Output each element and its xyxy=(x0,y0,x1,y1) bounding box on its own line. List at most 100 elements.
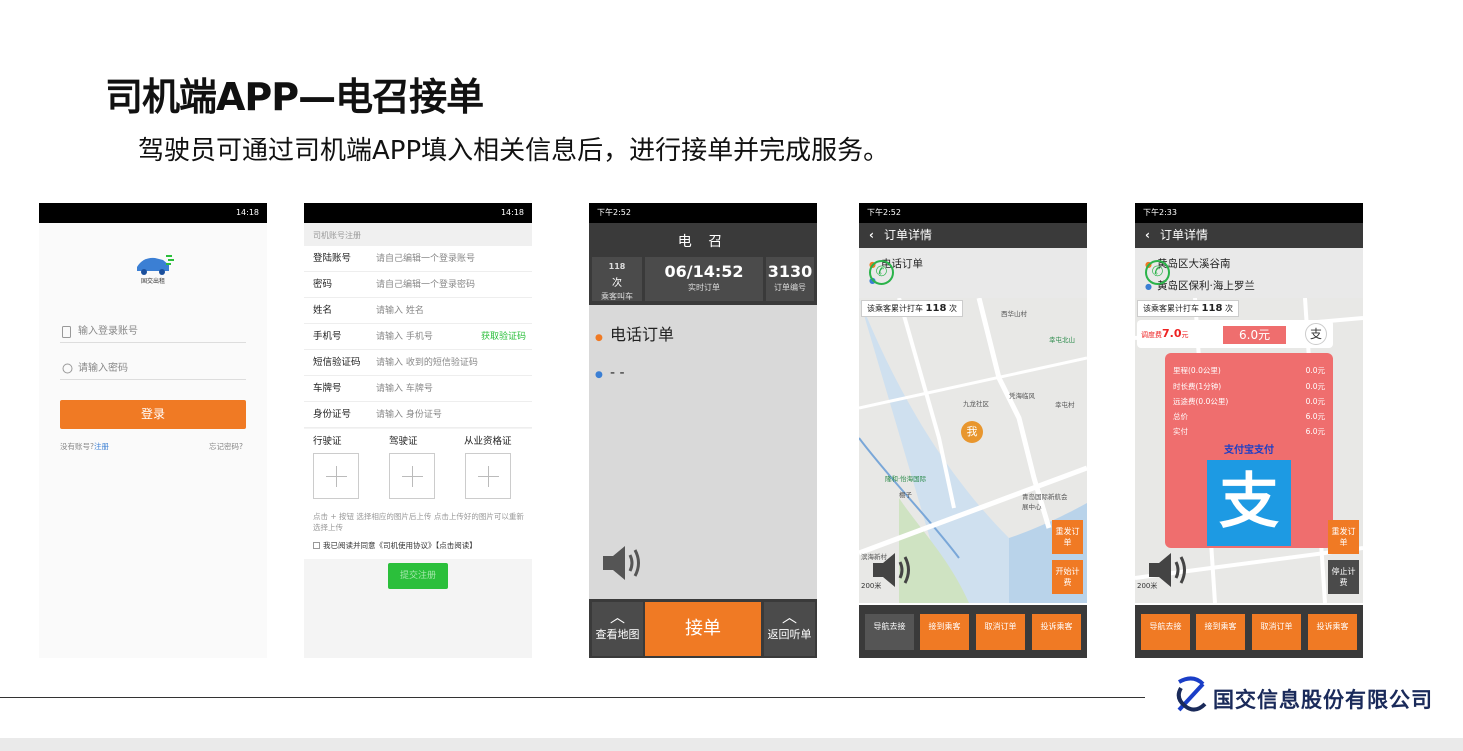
upload-driving-license-button[interactable] xyxy=(313,453,359,499)
field-account[interactable]: 登陆账号 请自己编辑一个登录账号 xyxy=(304,246,532,272)
map-label: 幸屯北山 xyxy=(1049,336,1075,344)
register-link[interactable]: 注册 xyxy=(94,442,109,451)
password-input[interactable]: 请输入密码 xyxy=(60,358,246,380)
complain-passenger-button[interactable]: 投诉乘客 xyxy=(1308,614,1357,650)
status-bar: 下午2:33 xyxy=(1135,203,1363,223)
accept-order-button[interactable]: 接单 xyxy=(645,602,761,656)
call-phone-icon[interactable]: ✆ xyxy=(1145,260,1170,285)
complain-passenger-button[interactable]: 投诉乘客 xyxy=(1032,614,1081,650)
cancel-order-button[interactable]: 取消订单 xyxy=(1252,614,1301,650)
taxi-logo-icon xyxy=(137,255,174,275)
slide-title: 司机端APP—电召接单 xyxy=(105,75,484,119)
upload-label: 从业资格证 xyxy=(464,436,512,447)
my-location-marker: 我 xyxy=(961,421,983,443)
speaker-icon[interactable] xyxy=(601,542,647,584)
address-panel: ● 黄岛区大溪谷南 ● 黄岛区保利·海上罗兰 ✆ xyxy=(1135,248,1363,298)
brand-name: 国交出租 xyxy=(140,278,165,285)
order-payment-screen: 下午2:33 ‹ 订单详情 ● 黄岛区大溪谷南 ● 黄岛区保利·海上罗兰 ✆ 该乘客累… xyxy=(1135,203,1363,658)
address-panel: ● 电话订单 ● ✆ xyxy=(859,248,1087,298)
origin-line: ● 电话订单 xyxy=(595,325,675,344)
upload-label: 行驶证 xyxy=(313,436,342,447)
company-name: 国交信息股份有限公司 xyxy=(1213,688,1433,712)
picked-up-button[interactable]: 接到乘客 xyxy=(1196,614,1245,650)
stop-billing-button[interactable]: 停止计费 xyxy=(1328,560,1359,594)
dispatch-bottom-bar: ︿ 查看地图 接单 ︿ 返回听单 xyxy=(589,599,817,658)
get-code-button[interactable]: 获取验证码 xyxy=(481,324,526,350)
destination-pin-icon: ● xyxy=(595,370,603,380)
stat-order-number: 3130 订单编号 xyxy=(766,257,814,301)
order-detail-header: ‹ 订单详情 xyxy=(859,223,1087,248)
upload-driver-license-button[interactable] xyxy=(389,453,435,499)
status-bar: 14:18 xyxy=(304,203,532,223)
upload-qualification-button[interactable] xyxy=(465,453,511,499)
destination-line: ● - - xyxy=(595,365,625,381)
lock-icon xyxy=(62,363,73,374)
view-map-button[interactable]: ︿ 查看地图 xyxy=(592,602,643,656)
alipay-qr-button[interactable]: 支 xyxy=(1207,460,1291,546)
ride-count-badge: 该乘客累计打车 118 次 xyxy=(861,300,963,317)
login-screen: 14:18 国交出租 输入登录账号 请输入密码 登录 没有账号?注册 忘记密码? xyxy=(39,203,267,658)
map-label: 幸屯村 xyxy=(1055,401,1075,409)
map-label: 隆和·怡海国际 xyxy=(885,475,927,483)
back-icon[interactable]: ‹ xyxy=(869,228,874,242)
map-scale: 200米 xyxy=(1137,582,1158,590)
status-bar: 下午2:52 xyxy=(589,203,817,223)
submit-register-button[interactable]: 提交注册 xyxy=(388,563,448,589)
stat-ride-count: 118 次乘客叫车 xyxy=(592,257,642,301)
origin-pin-icon: ● xyxy=(595,333,603,343)
status-bar: 下午2:52 xyxy=(859,203,1087,223)
username-input[interactable]: 输入登录账号 xyxy=(60,321,246,343)
register-header: 司机账号注册 xyxy=(304,223,532,246)
map-label: 青岛国际新航会展中心 xyxy=(1022,493,1068,511)
cancel-order-button[interactable]: 取消订单 xyxy=(976,614,1025,650)
fee-row: 总价 6.0元 xyxy=(1173,412,1325,421)
navigate-pickup-button[interactable]: 导航去接 xyxy=(1141,614,1190,650)
dispatch-header: 电 召 118 次乘客叫车 06/14:52 实时订单 3130 订单编号 xyxy=(589,223,817,305)
field-phone[interactable]: 手机号 请输入 手机号 获取验证码 xyxy=(304,324,532,350)
company-logo: 国交信息股份有限公司 xyxy=(1173,676,1443,716)
field-name[interactable]: 姓名 请输入 姓名 xyxy=(304,298,532,324)
picked-up-button[interactable]: 接到乘客 xyxy=(920,614,969,650)
pay-icon[interactable]: 支 xyxy=(1305,323,1327,345)
order-bottom-bar: 导航去接 接到乘客 取消订单 投诉乘客 xyxy=(1135,605,1363,658)
stat-realtime-order: 06/14:52 实时订单 xyxy=(645,257,763,301)
field-sms-code[interactable]: 短信验证码 请输入 收到的短信验证码 xyxy=(304,350,532,376)
dispatch-screen: 下午2:52 电 召 118 次乘客叫车 06/14:52 实时订单 3130 订单编… xyxy=(589,203,817,658)
company-logo-icon xyxy=(1176,676,1207,712)
alipay-label: 支付宝支付 xyxy=(1224,445,1274,456)
navigate-pickup-button[interactable]: 导航去接 xyxy=(865,614,914,650)
map-label: 棚子 xyxy=(899,491,912,499)
map-label: 凭海临风 xyxy=(1009,392,1035,400)
alipay-logo-icon: 支 xyxy=(1219,467,1279,537)
field-plate[interactable]: 车牌号 请输入 车牌号 xyxy=(304,376,532,402)
forgot-password-link[interactable]: 忘记密码? xyxy=(209,441,243,452)
checkbox-icon xyxy=(313,542,320,549)
dispatch-fee-bar: 调度费7.0元 6.0元 支 xyxy=(1137,320,1333,348)
total-fare: 6.0元 xyxy=(1223,326,1287,344)
map-label: 九龙社区 xyxy=(963,400,989,408)
upload-label: 驾驶证 xyxy=(389,436,418,447)
map-scale: 200米 xyxy=(861,582,882,590)
start-billing-button[interactable]: 开始计费 xyxy=(1052,560,1083,594)
slide-subtitle: 驾驶员可通过司机端APP填入相关信息后，进行接单并完成服务。 xyxy=(138,136,890,166)
dispatch-title: 电 召 xyxy=(677,234,729,250)
order-detail-screen: 下午2:52 ‹ 订单详情 ● 电话订单 ● ✆ 西华山村 幸屯北山 九龙社区 凭海… xyxy=(859,203,1087,658)
footer-divider xyxy=(0,697,1145,698)
login-button[interactable]: 登录 xyxy=(60,400,246,429)
fee-row: 远途费(0.0公里) 0.0元 xyxy=(1173,397,1325,406)
field-password[interactable]: 密码 请自己编辑一个登录密码 xyxy=(304,272,532,298)
ride-count-badge: 该乘客累计打车 118 次 xyxy=(1137,300,1239,317)
call-phone-icon[interactable]: ✆ xyxy=(869,260,894,285)
map-label: 西华山村 xyxy=(1001,310,1027,318)
status-bar: 14:18 xyxy=(39,203,267,223)
register-screen: 14:18 司机账号注册 登陆账号 请自己编辑一个登录账号 密码 请自己编辑一个登录… xyxy=(304,203,532,658)
bottom-band xyxy=(0,738,1463,751)
fee-row: 里程(0.0公里) 0.0元 xyxy=(1173,366,1325,375)
field-id-card[interactable]: 身份证号 请输入 身份证号 xyxy=(304,402,532,428)
back-icon[interactable]: ‹ xyxy=(1145,228,1150,242)
resend-order-button[interactable]: 重发订单 xyxy=(1052,520,1083,554)
agreement-checkbox[interactable]: 我已阅读并同意《司机使用协议》【点击阅读】 xyxy=(313,540,477,551)
back-listen-button[interactable]: ︿ 返回听单 xyxy=(764,602,815,656)
resend-order-button[interactable]: 重发订单 xyxy=(1328,520,1359,554)
dispatch-fee: 调度费7.0元 xyxy=(1141,327,1189,340)
